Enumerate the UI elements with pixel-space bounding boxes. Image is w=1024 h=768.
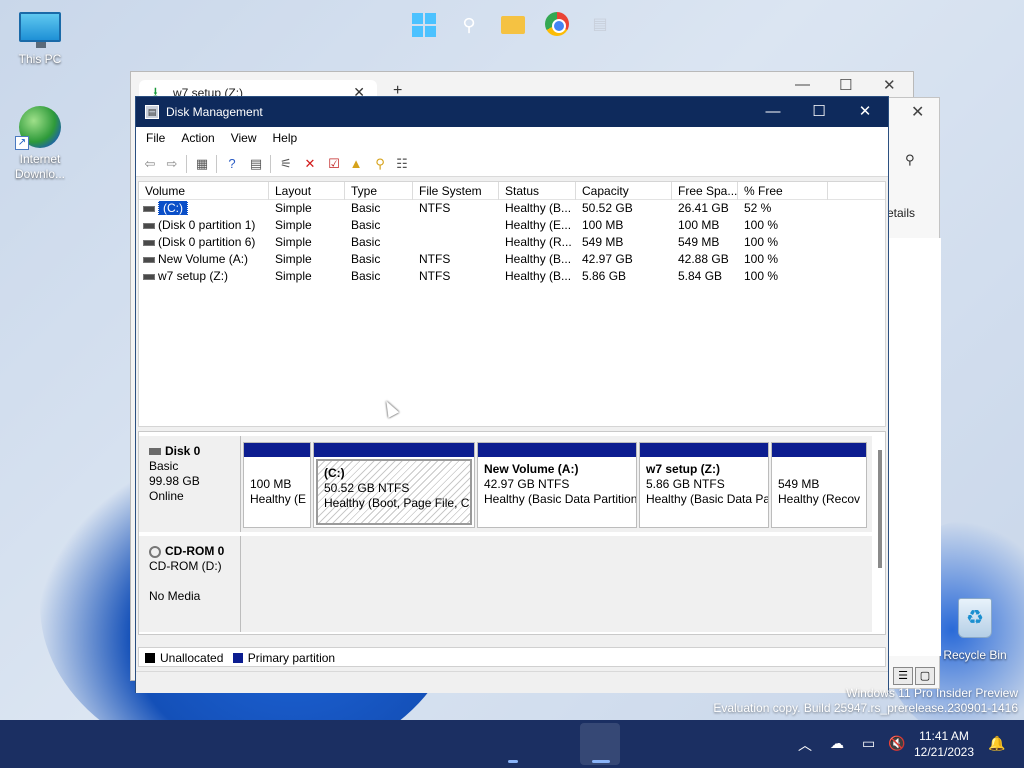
list-icon[interactable]: ☷ [394, 156, 410, 172]
partition-w7-setup-z[interactable]: w7 setup (Z:) 5.86 GB NTFS Healthy (Basic … [639, 442, 769, 528]
details-view-icon[interactable]: ☰ [893, 667, 913, 685]
volume-list[interactable]: Volume Layout Type File System Status Ca… [138, 181, 886, 427]
properties-icon[interactable]: ▤ [248, 156, 264, 172]
window-title: Disk Management [166, 105, 263, 119]
chrome-icon[interactable] [545, 12, 569, 36]
column-capacity[interactable]: Capacity [576, 182, 672, 200]
toolbar: ⇦ ⇨ ▦ ? ▤ ⚟ ✕ ☑ ▲ ⚲ ☷ [136, 149, 888, 177]
back-icon[interactable]: ⇦ [142, 156, 158, 172]
title-bar[interactable]: ▤ Disk Management — ☐ ✕ [136, 97, 888, 127]
column-status[interactable]: Status [499, 182, 576, 200]
monitor-icon [19, 12, 61, 48]
table-row[interactable]: (Disk 0 partition 1) Simple Basic Health… [139, 217, 885, 234]
show-hide-console-icon[interactable]: ▦ [194, 156, 210, 172]
cdrom-0-row[interactable]: CD-ROM 0 CD-ROM (D:) No Media [139, 536, 872, 632]
shortcut-arrow-icon: ↗ [15, 136, 29, 150]
partition-new-volume-a[interactable]: New Volume (A:) 42.97 GB NTFS Healthy (Bas… [477, 442, 637, 528]
column-layout[interactable]: Layout [269, 182, 345, 200]
search-icon[interactable]: ⚲ [905, 152, 915, 168]
column-type[interactable]: Type [345, 182, 413, 200]
column-volume[interactable]: Volume [139, 182, 269, 200]
chevron-up-icon[interactable]: ︿ [798, 735, 812, 755]
search-icon[interactable]: ⚲ [456, 12, 482, 38]
explore-icon[interactable]: ⚲ [372, 156, 388, 172]
recycle-bin-icon: ♻ [958, 598, 992, 638]
active-app-indicator [592, 760, 610, 763]
menu-help[interactable]: Help [273, 131, 298, 145]
cdrom-0-label[interactable]: CD-ROM 0 CD-ROM (D:) No Media [139, 536, 241, 632]
menu-file[interactable]: File [146, 131, 165, 145]
maximize-icon[interactable]: ☐ [839, 76, 852, 94]
disk-icon [149, 448, 161, 456]
table-row[interactable]: (C:) Simple Basic NTFS Healthy (B... 50.… [139, 200, 885, 217]
disk-management-app-icon: ▤ [145, 105, 159, 119]
notification-bell-icon[interactable]: 🔔 [988, 735, 1005, 752]
table-row[interactable]: w7 setup (Z:) Simple Basic NTFS Healthy … [139, 268, 885, 285]
onedrive-icon[interactable]: ☁ [830, 735, 844, 752]
cd-rom-icon [149, 545, 161, 558]
forward-icon[interactable]: ⇨ [164, 156, 180, 172]
disk-graphical-view[interactable]: Disk 0 Basic 99.98 GB Online 100 MB Healt… [138, 431, 886, 635]
volume-muted-icon[interactable]: 🔇 [888, 735, 905, 752]
explorer-running-indicator [508, 760, 518, 763]
primary-partition-swatch [232, 653, 243, 663]
disk-management-taskbar-button[interactable] [580, 723, 620, 765]
folder-up-icon[interactable]: ▲ [348, 156, 364, 172]
partition-recovery[interactable]: 549 MB Healthy (Recov [771, 442, 867, 528]
unallocated-swatch [145, 653, 155, 663]
details-label[interactable]: etails [887, 206, 915, 220]
volume-icon [143, 205, 155, 212]
desktop-icon-idm[interactable]: ↗ Internet Downlo... [2, 106, 78, 182]
file-explorer-icon[interactable] [501, 16, 525, 34]
disk-management-window[interactable]: ▤ Disk Management — ☐ ✕ File Action View… [135, 96, 889, 693]
menu-action[interactable]: Action [181, 131, 214, 145]
check-icon[interactable]: ☑ [326, 156, 342, 172]
disk-management-taskbar-icon[interactable]: ▤ [587, 12, 613, 38]
column-file-system[interactable]: File System [413, 182, 499, 200]
content-pane [887, 238, 941, 656]
partition-efi[interactable]: 100 MB Healthy (E [243, 442, 311, 528]
list-header: Volume Layout Type File System Status Ca… [139, 182, 885, 200]
taskbar-clock[interactable]: 11:41 AM 12/21/2023 [912, 728, 976, 760]
network-icon[interactable]: ▭ [862, 735, 875, 752]
minimize-button[interactable]: — [750, 97, 796, 127]
volume-icon [143, 239, 155, 246]
menu-bar: File Action View Help [136, 127, 888, 149]
menu-view[interactable]: View [231, 131, 257, 145]
tiles-view-icon[interactable]: ▢ [915, 667, 935, 685]
column-percent-free[interactable]: % Free [738, 182, 828, 200]
graph-scrollbar[interactable] [878, 450, 882, 568]
disk-0-row[interactable]: Disk 0 Basic 99.98 GB Online 100 MB Healt… [139, 436, 872, 532]
globe-icon: ↗ [15, 106, 61, 150]
close-icon[interactable]: ✕ [911, 102, 924, 122]
legend: Unallocated Primary partition [138, 647, 886, 667]
desktop-icon-this-pc[interactable]: This PC [2, 12, 78, 67]
volume-icon [143, 256, 155, 263]
table-row[interactable]: (Disk 0 partition 6) Simple Basic Health… [139, 234, 885, 251]
background-window-2[interactable]: ✕ ⚲ etails [886, 97, 941, 689]
minimize-icon[interactable]: — [795, 76, 810, 93]
disk-0-label[interactable]: Disk 0 Basic 99.98 GB Online [139, 436, 241, 532]
close-icon[interactable]: ✕ [883, 76, 896, 94]
desktop-icon-recycle-bin[interactable]: ♻ Recycle Bin [937, 598, 1013, 663]
help-icon[interactable]: ? [224, 156, 240, 172]
column-free-space[interactable]: Free Spa... [672, 182, 738, 200]
close-button[interactable]: ✕ [842, 97, 888, 127]
evaluation-watermark: Windows 11 Pro Insider Preview Evaluatio… [713, 686, 1018, 715]
table-row[interactable]: New Volume (A:) Simple Basic NTFS Health… [139, 251, 885, 268]
volume-icon [143, 222, 155, 229]
delete-icon[interactable]: ✕ [302, 156, 318, 172]
volume-icon [143, 273, 155, 280]
windows-start-icon[interactable] [412, 13, 436, 37]
partition-c[interactable]: (C:) 50.52 GB NTFS Healthy (Boot, Page Fil… [313, 442, 475, 528]
maximize-button[interactable]: ☐ [796, 97, 842, 127]
connect-disk-icon[interactable]: ⚟ [278, 156, 294, 172]
